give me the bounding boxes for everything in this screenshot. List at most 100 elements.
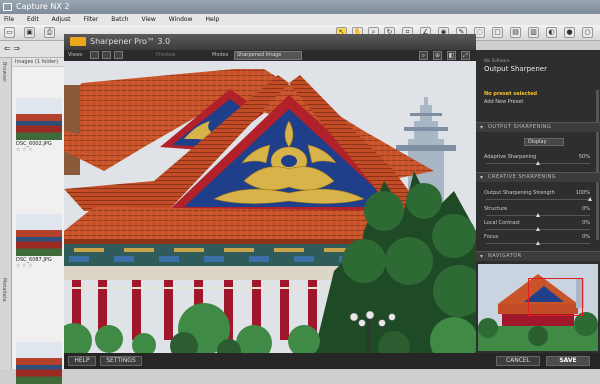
save-icon[interactable]: ▣ [24, 27, 35, 38]
black-point-icon[interactable]: ● [564, 27, 575, 38]
brand-label: Nik Software [484, 58, 510, 63]
add-preset-link[interactable]: Add New Preset [484, 99, 523, 105]
single-view-icon[interactable] [90, 51, 99, 59]
focus-value: 0% [582, 234, 590, 240]
structure-value: 0% [582, 206, 590, 212]
local-contrast-row: Local Contrast 0% [484, 220, 594, 226]
control-panel: Nik Software Output Sharpener No preset … [476, 50, 600, 353]
output-strength-row: Output Sharpening Strength 100% [484, 190, 594, 196]
settings-button[interactable]: SETTINGS [100, 356, 142, 366]
menu-edit[interactable]: Edit [27, 16, 39, 23]
navigator-title: NAVIGATOR [488, 253, 522, 259]
app-title: Capture NX 2 [16, 2, 70, 11]
background-color-icon[interactable]: ◧ [447, 51, 456, 60]
output-strength-label: Output Sharpening Strength [484, 190, 555, 196]
menu-file[interactable]: File [4, 16, 14, 23]
views-label: Views [68, 52, 83, 58]
structure-label: Structure [484, 206, 508, 212]
print-icon[interactable]: ⎙ [44, 27, 55, 38]
loupe-icon[interactable]: ⌕ [419, 51, 428, 60]
preset-area: No preset selected Add New Preset [482, 85, 592, 109]
chevron-down-icon: ▾ [480, 124, 484, 131]
focus-label: Focus [484, 234, 499, 240]
rating-stars[interactable]: ☆ ☆ ☆ [16, 263, 62, 269]
browser-tab[interactable]: Browser [1, 62, 7, 82]
navigator-thumbnail[interactable] [478, 264, 598, 351]
navigator-header[interactable]: ▾ NAVIGATOR [476, 251, 600, 261]
local-contrast-slider[interactable] [486, 227, 590, 231]
preset-status: No preset selected [484, 91, 538, 97]
menu-adjust[interactable]: Adjust [52, 16, 71, 23]
thumbnail-item[interactable]: DSC_6087.JPG ☆ ☆ ☆ [16, 214, 62, 269]
adaptive-sharpening-slider[interactable] [486, 161, 590, 165]
thumbnail-image [16, 98, 62, 140]
output-type-select[interactable]: Display [524, 138, 564, 146]
output-strength-slider[interactable] [486, 197, 592, 201]
navigation-bar: ⇐ ⇒ [0, 41, 64, 58]
slider-knob[interactable] [536, 161, 540, 165]
navigator-viewport-box[interactable] [528, 278, 583, 316]
zoom-icon[interactable]: ⊕ [433, 51, 442, 60]
focus-row: Focus 0% [484, 234, 594, 240]
menu-help[interactable]: Help [205, 16, 219, 23]
browser-header: Images (1 folder) [12, 58, 64, 67]
bottom-bar: HELP SETTINGS CANCEL SAVE [64, 353, 600, 369]
rating-stars[interactable]: ☆ ☆ ☆ [16, 147, 62, 153]
creative-sharpening-header[interactable]: ▾ CREATIVE SHARPENING [476, 172, 600, 182]
menu-view[interactable]: View [142, 16, 156, 23]
panel-scrollbar[interactable] [596, 90, 599, 240]
slider-knob[interactable] [588, 197, 592, 201]
preview-options-bar: Views Preview Modes Sharpened Image ⌕ ⊕ … [64, 50, 476, 61]
thumbnail-image [16, 214, 62, 256]
help-button[interactable]: HELP [68, 356, 96, 366]
thumbnail-item[interactable]: DSC_6002.JPG ☆ ☆ ☆ [16, 98, 62, 153]
sharpener-title: Sharpener Pro™ 3.0 [90, 37, 171, 46]
image-preview[interactable] [64, 61, 476, 353]
fullscreen-icon[interactable]: ⤢ [461, 51, 470, 60]
left-dock: Browser Metadata [0, 58, 12, 369]
gray-point-icon[interactable]: ◐ [546, 27, 557, 38]
side-by-side-view-icon[interactable] [114, 51, 123, 59]
image-browser: Images (1 folder) DSC_6002.JPG ☆ ☆ ☆ DSC… [12, 58, 64, 384]
menu-batch[interactable]: Batch [111, 16, 128, 23]
output-sharpening-title: OUTPUT SHARPENING [488, 124, 552, 130]
chevron-down-icon: ▾ [480, 253, 484, 260]
open-file-icon[interactable]: ▭ [4, 27, 15, 38]
white-point-icon[interactable]: ○ [582, 27, 593, 38]
marquee-icon[interactable]: ▢ [492, 27, 503, 38]
split-view-icon[interactable] [102, 51, 111, 59]
nik-logo-icon [70, 37, 86, 46]
slider-knob[interactable] [536, 227, 540, 231]
menu-window[interactable]: Window [169, 16, 193, 23]
save-button[interactable]: SAVE [546, 356, 590, 366]
gradient-icon[interactable]: ▥ [528, 27, 539, 38]
thumbnail-image [16, 342, 62, 384]
fill-icon[interactable]: ▤ [510, 27, 521, 38]
local-contrast-value: 0% [582, 220, 590, 226]
sharpener-title-bar: Sharpener Pro™ 3.0 [64, 34, 476, 50]
focus-slider[interactable] [486, 241, 590, 245]
modes-label: Modes [212, 52, 229, 58]
slider-knob[interactable] [536, 241, 540, 245]
navigation-arrows[interactable]: ⇐ ⇒ [4, 44, 20, 53]
output-strength-value: 100% [575, 190, 590, 196]
preview-label: Preview [156, 52, 176, 58]
adaptive-sharpening-value: 50% [578, 154, 590, 160]
chevron-down-icon: ▾ [480, 174, 484, 181]
app-title-bar: Capture NX 2 [0, 0, 600, 14]
app-icon [3, 3, 12, 11]
panel-title: Output Sharpener [484, 65, 547, 73]
app-menu-bar: File Edit Adjust Filter Batch View Windo… [0, 14, 600, 25]
metadata-tab[interactable]: Metadata [1, 278, 7, 302]
menu-filter[interactable]: Filter [83, 16, 98, 23]
cancel-button[interactable]: CANCEL [496, 356, 540, 366]
thumbnail-item[interactable] [16, 342, 62, 384]
preview-mode-select[interactable]: Sharpened Image [234, 51, 302, 60]
structure-slider[interactable] [486, 213, 590, 217]
temple-photo [64, 61, 476, 353]
local-contrast-label: Local Contrast [484, 220, 520, 226]
adaptive-sharpening-row: Adaptive Sharpening 50% [484, 154, 594, 160]
slider-knob[interactable] [536, 213, 540, 217]
adaptive-sharpening-label: Adaptive Sharpening [484, 154, 537, 160]
output-sharpening-header[interactable]: ▾ OUTPUT SHARPENING [476, 122, 600, 132]
